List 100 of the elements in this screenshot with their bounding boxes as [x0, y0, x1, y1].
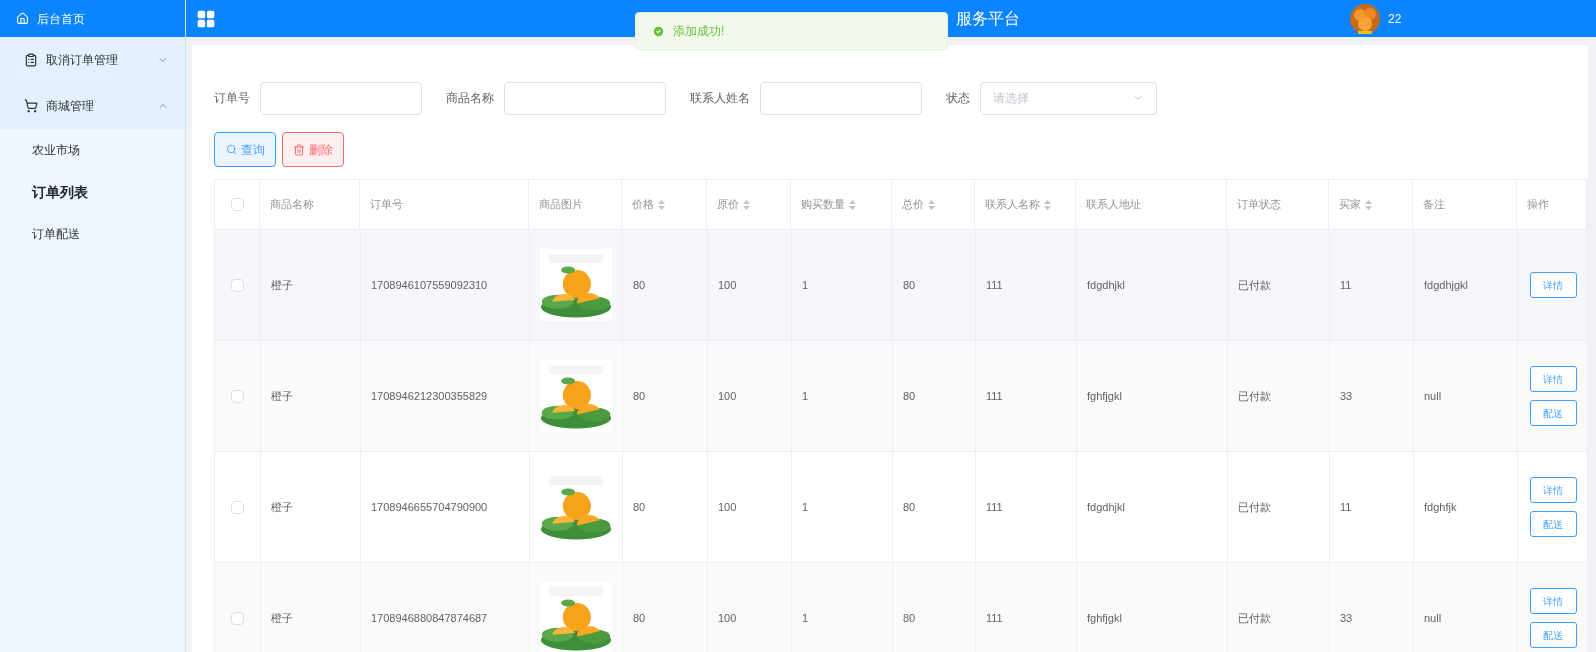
table-cell-text: 1 — [802, 388, 809, 404]
table-cell-text: fdgdhjkl — [1087, 277, 1125, 293]
column-header[interactable]: 价格 — [632, 196, 665, 213]
checkbox[interactable] — [231, 611, 244, 625]
success-toast: 添加成功! — [635, 12, 948, 50]
column-header: 订单状态 — [1237, 197, 1281, 213]
menu-icon[interactable] — [196, 8, 216, 29]
column-header[interactable]: 原价 — [717, 196, 750, 213]
checkbox[interactable] — [230, 198, 244, 211]
sort-icon[interactable] — [1044, 199, 1051, 210]
table-cell-text: 1 — [802, 277, 809, 293]
table-cell-text: fghfjgkl — [1087, 610, 1122, 626]
action-button[interactable]: 配送 — [1529, 622, 1577, 648]
submenu-item[interactable]: 农业市场 — [0, 129, 185, 171]
filter-label: 商品名称 — [446, 90, 494, 107]
table-cell-text: 1708946880847874687 — [371, 610, 488, 626]
search-button[interactable]: 查询 — [214, 132, 276, 167]
table-cell-text: 80 — [903, 277, 916, 293]
username: 22 — [1388, 10, 1402, 28]
column-header: 订单号 — [370, 197, 403, 213]
table-cell-text: 1708946107559092310 — [371, 277, 488, 293]
column-header: 商品名称 — [270, 197, 314, 213]
check-icon — [652, 24, 665, 38]
checkbox[interactable] — [231, 500, 244, 514]
column-header: 备注 — [1423, 197, 1445, 213]
column-header[interactable]: 买家 — [1339, 196, 1372, 213]
input-field[interactable] — [260, 81, 422, 115]
column-header: 联系人地址 — [1086, 197, 1141, 213]
submenu-item[interactable]: 订单列表 — [0, 171, 185, 213]
table-cell-text: 已付款 — [1238, 388, 1271, 404]
filter-label: 订单号 — [214, 90, 250, 107]
table-cell-text: 80 — [903, 610, 916, 626]
submenu-item[interactable]: 订单配送 — [0, 213, 185, 255]
table-cell-text: 111 — [986, 277, 1003, 293]
checkbox[interactable] — [231, 278, 244, 292]
table-cell-text: fdghfjk — [1424, 499, 1457, 515]
table-cell-text: fdgdhjgkl — [1424, 277, 1469, 293]
menu-item[interactable]: 商城管理 — [0, 83, 185, 129]
column-header: 商品图片 — [539, 197, 583, 213]
table-cell-text: 橙子 — [271, 499, 293, 515]
filter-label: 状态 — [946, 90, 970, 107]
table-cell-text: null — [1424, 388, 1442, 404]
input-field[interactable] — [504, 81, 666, 115]
sort-icon[interactable] — [1365, 199, 1372, 210]
table-cell-text: 33 — [1340, 610, 1353, 626]
table-cell-text: 100 — [718, 610, 737, 626]
input-field[interactable] — [760, 81, 922, 115]
table-cell-text: 100 — [718, 388, 737, 404]
table-cell-text: fdgdhjkl — [1087, 499, 1125, 515]
table-cell-text: 11 — [1340, 277, 1352, 293]
action-button[interactable]: 配送 — [1529, 400, 1577, 426]
action-button[interactable]: 详情 — [1529, 272, 1577, 298]
column-header: 操作 — [1527, 197, 1549, 213]
table-cell-text: 橙子 — [271, 388, 293, 404]
action-button[interactable]: 详情 — [1529, 588, 1577, 614]
delete-button[interactable]: 删除 — [282, 132, 344, 167]
status-select[interactable]: 请选择 — [980, 81, 1157, 115]
table-cell-text: 100 — [718, 499, 737, 515]
cart-icon — [24, 99, 38, 113]
table-cell-text: 1708946212300355829 — [371, 388, 488, 404]
table-cell-text: 1708946655704790900 — [371, 499, 488, 515]
table-cell-text: 80 — [903, 388, 916, 404]
table-cell-text: 111 — [986, 610, 1003, 626]
column-header[interactable]: 购买数量 — [801, 196, 856, 213]
search-icon — [225, 144, 237, 155]
clipboard-icon — [24, 53, 38, 67]
header-title: 服务平台 — [956, 8, 1020, 29]
table-cell-text: null — [1424, 610, 1442, 626]
sort-icon[interactable] — [658, 199, 665, 210]
column-header[interactable]: 总价 — [902, 196, 935, 213]
table-cell-text: 33 — [1340, 388, 1353, 404]
table-cell-text: 111 — [986, 388, 1003, 404]
sort-icon[interactable] — [928, 199, 935, 210]
table-cell-text: 1 — [802, 610, 809, 626]
table-cell-text: 80 — [633, 610, 646, 626]
home-menu-item[interactable]: 后台首页 — [0, 0, 185, 37]
table-cell-text: 1 — [802, 499, 809, 515]
checkbox[interactable] — [231, 389, 244, 403]
table-cell-text: 100 — [718, 277, 737, 293]
table-cell-text: 已付款 — [1238, 610, 1271, 626]
table-cell-text: fghfjgkl — [1087, 388, 1122, 404]
table-cell-text: 80 — [903, 499, 916, 515]
action-button[interactable]: 详情 — [1529, 366, 1577, 392]
filter-label: 联系人姓名 — [690, 90, 750, 107]
sort-icon[interactable] — [849, 199, 856, 210]
table-cell-text: 橙子 — [271, 277, 293, 293]
table-cell-text: 80 — [633, 388, 646, 404]
action-button[interactable]: 详情 — [1529, 477, 1577, 503]
table-cell-text: 橙子 — [271, 610, 293, 626]
home-icon — [16, 12, 29, 25]
column-header[interactable]: 联系人名称 — [985, 196, 1051, 213]
table-cell-text: 已付款 — [1238, 499, 1271, 515]
sort-icon[interactable] — [743, 199, 750, 210]
table-cell-text: 111 — [986, 499, 1003, 515]
action-button[interactable]: 配送 — [1529, 511, 1577, 537]
table-cell-text: 80 — [633, 499, 646, 515]
table-cell-text: 80 — [633, 277, 646, 293]
table-cell-text: 已付款 — [1238, 277, 1271, 293]
trash-icon — [293, 143, 305, 156]
menu-item[interactable]: 取消订单管理 — [0, 37, 185, 83]
